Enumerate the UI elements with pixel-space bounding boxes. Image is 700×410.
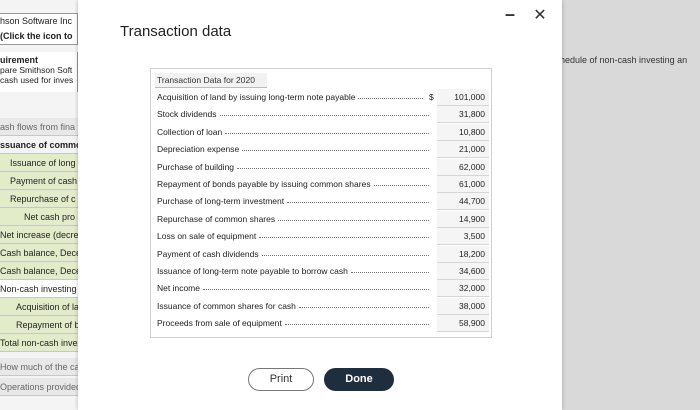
transaction-label: Collection of loan — [157, 126, 223, 137]
transaction-row: Purchase of long-term investment 44,700 — [155, 193, 489, 211]
transaction-amount: 58,900 — [437, 315, 489, 333]
leader-dots — [262, 254, 429, 256]
requirement-title: uirement — [0, 55, 39, 65]
requirement-text: uirement pare Smithson Soft cash used fo… — [0, 55, 73, 85]
transaction-row: Payment of cash dividends 18,200 — [155, 245, 489, 263]
transaction-label: Loss on sale of equipment — [157, 231, 257, 242]
schedule-title-fragment: hedule of non-cash investing an — [560, 55, 688, 65]
transaction-table: Transaction Data for 2020 Acquisition of… — [150, 68, 492, 338]
bg-row-5: Net cash pro — [0, 208, 86, 226]
bg-row-0: ash flows from fina — [0, 118, 86, 136]
bg-row-8: Cash balance, Dece — [0, 262, 86, 280]
bg-row-3: Payment of cash — [0, 172, 86, 190]
transaction-label: Acquisition of land by issuing long-term… — [157, 92, 356, 102]
bg-row-10: Acquisition of la — [0, 298, 86, 316]
transaction-row: Purchase of building 62,000 — [155, 158, 489, 176]
leader-dots — [220, 115, 429, 117]
transaction-row: Loss on sale of equipment 3,500 — [155, 228, 489, 246]
transaction-amount: 34,600 — [437, 263, 489, 280]
requirement-line-2: cash used for inves — [0, 75, 74, 85]
leader-dots — [259, 237, 429, 239]
minimize-icon[interactable]: – — [502, 5, 518, 24]
transaction-amount: 32,000 — [437, 280, 489, 298]
transaction-row: Net income 32,000 — [155, 280, 489, 298]
transaction-label: Proceeds from sale of equipment — [157, 318, 282, 329]
bg-row-2: Issuance of long — [0, 154, 86, 172]
bg-row-4: Repurchase of c — [0, 190, 86, 208]
transaction-row: Stock dividends 31,800 — [155, 106, 489, 124]
transaction-row: Depreciation expense 21,000 — [155, 141, 489, 159]
leader-dots — [299, 306, 429, 308]
transaction-row: Issuance of long-term note payable to bo… — [155, 263, 489, 280]
transaction-amount: 62,000 — [437, 158, 489, 176]
close-icon[interactable]: ✕ — [532, 8, 548, 24]
transaction-label: Purchase of building — [157, 161, 235, 172]
transaction-amount: 14,900 — [437, 210, 489, 228]
bg-row-9: Non-cash investing — [0, 280, 86, 298]
transaction-label: Repayment of bonds payable by issuing co… — [157, 179, 371, 189]
transaction-label: Issuance of common shares for cash — [157, 300, 296, 311]
transaction-amount: 44,700 — [437, 193, 489, 211]
transaction-row: Repurchase of common shares 14,900 — [155, 210, 489, 228]
transaction-label: Payment of cash dividends — [157, 248, 259, 259]
requirement-line-1: pare Smithson Soft — [0, 65, 73, 75]
transaction-row: Repayment of bonds payable by issuing co… — [155, 176, 489, 193]
transaction-label: Net income — [157, 283, 200, 294]
transaction-amount: 10,800 — [437, 123, 489, 141]
bg-row-12: Total non-cash inve — [0, 334, 86, 352]
done-button[interactable]: Done — [324, 368, 394, 391]
table-caption: Transaction Data for 2020 — [155, 73, 267, 88]
transaction-label: Purchase of long-term investment — [157, 196, 285, 207]
bg-row-14: Operations provided $ — [0, 378, 86, 396]
bg-row-6: Net increase (decre — [0, 226, 86, 244]
leader-dots — [242, 150, 429, 152]
transaction-label: Depreciation expense — [157, 144, 240, 155]
leader-dots — [358, 98, 423, 99]
leader-dots — [374, 185, 429, 186]
bg-row-13: How much of the cash — [0, 358, 86, 376]
transaction-data-dialog: Transaction data – ✕ Transaction Data fo… — [78, 0, 562, 410]
transaction-amount: 61,000 — [437, 176, 489, 193]
leader-dots — [285, 324, 429, 326]
print-button[interactable]: Print — [248, 368, 314, 391]
transaction-row: Collection of loan 10,800 — [155, 123, 489, 141]
company-header: hson Software Inc — [0, 16, 73, 26]
currency-symbol: $ — [429, 92, 434, 102]
transaction-row: Acquisition of land by issuing long-term… — [155, 89, 489, 106]
click-icon-instruction[interactable]: (Click the icon to — [0, 31, 73, 41]
transaction-amount: 38,000 — [437, 297, 489, 315]
window-controls: – ✕ — [502, 5, 548, 24]
leader-dots — [351, 272, 429, 273]
transaction-label: Repurchase of common shares — [157, 213, 276, 224]
bg-row-7: Cash balance, Dece — [0, 244, 86, 262]
transaction-row: Proceeds from sale of equipment 58,900 — [155, 315, 489, 333]
transaction-amount: 21,000 — [437, 141, 489, 159]
transaction-amount: 3,500 — [437, 228, 489, 246]
leader-dots — [287, 202, 429, 204]
bg-row-11: Repayment of b — [0, 316, 86, 334]
leader-dots — [278, 219, 429, 221]
transaction-label: Issuance of long-term note payable to bo… — [157, 266, 348, 276]
leader-dots — [225, 132, 429, 134]
transaction-amount: 101,000 — [437, 89, 489, 106]
transaction-row: Issuance of common shares for cash 38,000 — [155, 297, 489, 315]
leader-dots — [237, 167, 429, 169]
transaction-amount: 18,200 — [437, 245, 489, 263]
leader-dots — [203, 289, 429, 291]
transaction-label: Stock dividends — [157, 109, 217, 120]
transaction-amount: 31,800 — [437, 106, 489, 124]
dialog-title: Transaction data — [120, 23, 232, 40]
bg-row-1: ssuance of commo — [0, 136, 86, 154]
